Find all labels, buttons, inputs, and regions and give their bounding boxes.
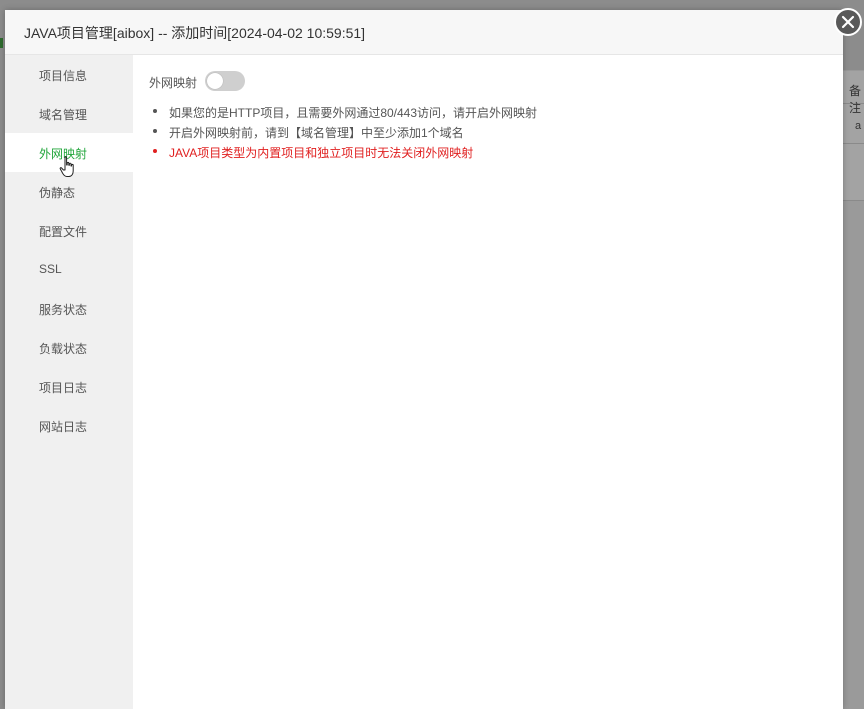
background-divider [843, 143, 864, 144]
sidebar-item-label: 伪静态 [39, 186, 76, 200]
sidebar-item-load-status[interactable]: 负载状态 [5, 328, 133, 367]
background-cell: a [855, 120, 862, 132]
sidebar-item-project-log[interactable]: 项目日志 [5, 367, 133, 406]
dialog-sidebar: 项目信息 域名管理 外网映射 伪静态 配置文件 SSL 服务状态 负载状态 项目… [5, 55, 133, 709]
sidebar-item-label: 网站日志 [39, 420, 88, 434]
list-item: 开启外网映射前，请到【域名管理】中至少添加1个域名 [149, 121, 829, 141]
external-mapping-panel: 外网映射 如果您的是HTTP项目，且需要外网通过80/443访问，请开启外网映射… [133, 55, 843, 709]
sidebar-item-service-status[interactable]: 服务状态 [5, 289, 133, 328]
sidebar-item-config-file[interactable]: 配置文件 [5, 211, 133, 250]
tips-list: 如果您的是HTTP项目，且需要外网通过80/443访问，请开启外网映射 开启外网… [149, 101, 829, 161]
toggle-knob [207, 73, 223, 89]
bullet-icon [153, 149, 157, 153]
sidebar-item-label: 服务状态 [39, 303, 88, 317]
close-icon [841, 15, 855, 29]
sidebar-item-label: SSL [39, 262, 62, 276]
sidebar-item-label: 配置文件 [39, 225, 88, 239]
sidebar-item-label: 负载状态 [39, 342, 88, 356]
bullet-icon [153, 109, 157, 113]
sidebar-item-label: 域名管理 [39, 108, 88, 122]
list-item-warning: JAVA项目类型为内置项目和独立项目时无法关闭外网映射 [149, 141, 829, 161]
sidebar-item-ssl[interactable]: SSL [5, 250, 133, 289]
dialog-title: JAVA项目管理[aibox] -- 添加时间[2024-04-02 10:59… [24, 25, 366, 41]
list-item: 如果您的是HTTP项目，且需要外网通过80/443访问，请开启外网映射 [149, 101, 829, 121]
hand-cursor-icon [59, 156, 74, 177]
sidebar-item-label: 项目日志 [39, 381, 88, 395]
external-mapping-toggle[interactable] [205, 71, 245, 91]
sidebar-item-site-log[interactable]: 网站日志 [5, 406, 133, 445]
sidebar-item-project-info[interactable]: 项目信息 [5, 55, 133, 94]
background-column-header: 备注 [849, 84, 862, 115]
bullet-icon [153, 129, 157, 133]
background-marker [0, 38, 3, 48]
sidebar-item-label: 项目信息 [39, 69, 88, 83]
tip-text: JAVA项目类型为内置项目和独立项目时无法关闭外网映射 [169, 146, 474, 160]
java-project-dialog: JAVA项目管理[aibox] -- 添加时间[2024-04-02 10:59… [5, 8, 862, 709]
tip-text: 开启外网映射前，请到【域名管理】中至少添加1个域名 [169, 126, 464, 140]
sidebar-item-domain-management[interactable]: 域名管理 [5, 94, 133, 133]
background-divider [843, 200, 864, 201]
close-button[interactable] [834, 8, 862, 36]
tip-text: 如果您的是HTTP项目，且需要外网通过80/443访问，请开启外网映射 [169, 106, 538, 120]
dialog-header: JAVA项目管理[aibox] -- 添加时间[2024-04-02 10:59… [5, 10, 843, 55]
mapping-toggle-label: 外网映射 [149, 76, 198, 90]
